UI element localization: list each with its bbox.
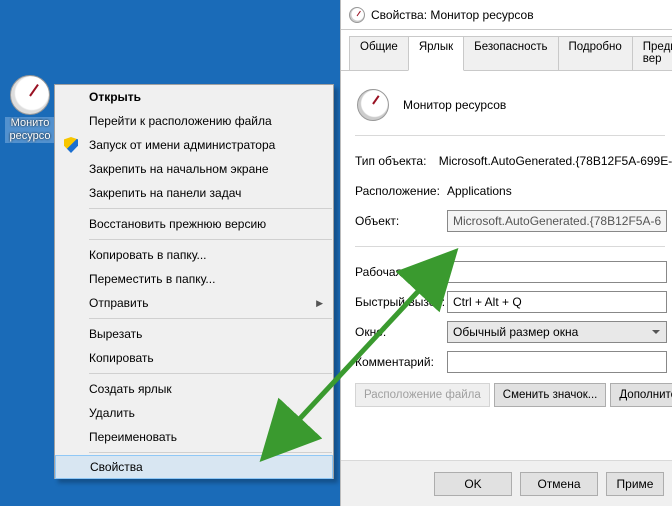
- apply-button[interactable]: Приме: [606, 472, 664, 496]
- context-menu: Открыть Перейти к расположению файла Зап…: [54, 84, 334, 479]
- titlebar[interactable]: Свойства: Монитор ресурсов: [341, 0, 672, 30]
- shortcut-name-input[interactable]: [403, 98, 613, 112]
- label-shortcut-key: Быстрый вызов:: [355, 295, 447, 309]
- tab-strip: Общие Ярлык Безопасность Подробно Предыд…: [341, 30, 672, 71]
- label-comment: Комментарий:: [355, 355, 447, 369]
- label-start-in: Рабочая папка:: [355, 265, 447, 279]
- target-input[interactable]: [447, 210, 667, 232]
- tab-previous-versions[interactable]: Предыдущие вер: [632, 36, 672, 71]
- menu-separator: [89, 373, 332, 374]
- label-run: Окно:: [355, 325, 447, 339]
- run-mode-select[interactable]: Обычный размер окна: [447, 321, 667, 343]
- menu-separator: [89, 208, 332, 209]
- menu-item-restore-previous[interactable]: Восстановить прежнюю версию: [55, 212, 333, 236]
- gauge-icon: [357, 89, 389, 121]
- menu-item-delete[interactable]: Удалить: [55, 401, 333, 425]
- window-title: Свойства: Монитор ресурсов: [371, 8, 534, 22]
- start-in-input[interactable]: [447, 261, 667, 283]
- menu-item-send-to[interactable]: Отправить▶: [55, 291, 333, 315]
- menu-separator: [89, 239, 332, 240]
- menu-item-open-location[interactable]: Перейти к расположению файла: [55, 109, 333, 133]
- menu-item-pin-start[interactable]: Закрепить на начальном экране: [55, 157, 333, 181]
- label-target-location: Расположение:: [355, 184, 447, 198]
- menu-item-copy[interactable]: Копировать: [55, 346, 333, 370]
- desktop-shortcut-label: Мониторесурсо: [5, 117, 55, 143]
- advanced-button[interactable]: Дополнительно: [610, 383, 672, 407]
- menu-item-pin-taskbar[interactable]: Закрепить на панели задач: [55, 181, 333, 205]
- menu-item-properties[interactable]: Свойства: [55, 455, 333, 479]
- value-target-type: Microsoft.AutoGenerated.{78B12F5A-699E-B…: [439, 154, 672, 168]
- shortcut-key-input[interactable]: [447, 291, 667, 313]
- tab-general[interactable]: Общие: [349, 36, 409, 71]
- label-target-type: Тип объекта:: [355, 154, 439, 168]
- menu-item-run-as-admin[interactable]: Запуск от имени администратора: [55, 133, 333, 157]
- menu-separator: [89, 318, 332, 319]
- dialog-button-bar: OK Отмена Приме: [341, 460, 672, 506]
- menu-item-create-shortcut[interactable]: Создать ярлык: [55, 377, 333, 401]
- menu-item-cut[interactable]: Вырезать: [55, 322, 333, 346]
- value-target-location: Applications: [447, 184, 512, 198]
- menu-item-move-to[interactable]: Переместить в папку...: [55, 267, 333, 291]
- comment-input[interactable]: [447, 351, 667, 373]
- label-target: Объект:: [355, 214, 447, 228]
- ok-button[interactable]: OK: [434, 472, 512, 496]
- open-file-location-button: Расположение файла: [355, 383, 490, 407]
- menu-item-copy-to[interactable]: Копировать в папку...: [55, 243, 333, 267]
- desktop-shortcut-resource-monitor[interactable]: Мониторесурсо: [5, 75, 55, 143]
- tab-shortcut[interactable]: Ярлык: [408, 36, 464, 71]
- tab-details[interactable]: Подробно: [558, 36, 633, 71]
- submenu-arrow-icon: ▶: [316, 298, 323, 309]
- menu-item-rename[interactable]: Переименовать: [55, 425, 333, 449]
- menu-item-open[interactable]: Открыть: [55, 85, 333, 109]
- cancel-button[interactable]: Отмена: [520, 472, 598, 496]
- gauge-icon: [10, 75, 50, 115]
- properties-window: Свойства: Монитор ресурсов Общие Ярлык Б…: [340, 0, 672, 506]
- gauge-icon: [349, 7, 365, 23]
- properties-body: Тип объекта: Microsoft.AutoGenerated.{78…: [341, 71, 672, 407]
- change-icon-button[interactable]: Сменить значок...: [494, 383, 607, 407]
- tab-security[interactable]: Безопасность: [463, 36, 558, 71]
- menu-separator: [89, 452, 332, 453]
- shield-icon: [62, 136, 80, 154]
